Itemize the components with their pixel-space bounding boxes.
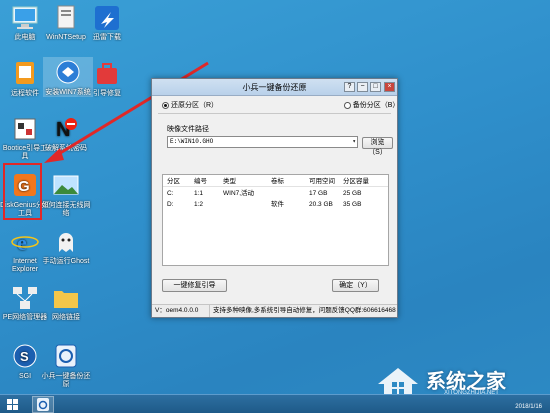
- radio-selected-icon: [162, 101, 169, 109]
- table-row[interactable]: C: 1:1 WIN7,活动 17 GB 25 GB: [163, 188, 388, 199]
- browse-button[interactable]: 浏览（S）: [362, 137, 393, 156]
- radio-empty-icon: [344, 101, 351, 109]
- table-row[interactable]: D: 1:2 软件 20.3 GB 35 GB: [163, 199, 388, 210]
- divider: [158, 113, 391, 114]
- windows-logo-icon: [7, 399, 18, 410]
- taskbar-app-backup-restore[interactable]: [32, 396, 54, 413]
- minimize-button[interactable]: −: [357, 82, 368, 92]
- backup-restore-window: 小兵一键备份还原 ? − □ × 还原分区（R） 备份分区（B） 映像文件路径 …: [151, 78, 399, 318]
- start-button[interactable]: [3, 396, 23, 413]
- restore-radio[interactable]: 还原分区（R）: [162, 100, 218, 110]
- table-header: 分区 编号 类型 卷标 可用空间 分区容量: [163, 176, 388, 187]
- backup-radio[interactable]: 备份分区（B）: [344, 100, 399, 110]
- close-button[interactable]: ×: [384, 82, 395, 92]
- ok-button[interactable]: 确定（Y）: [332, 279, 379, 292]
- version-text: V：oem4.0.0.0: [155, 307, 199, 314]
- path-input[interactable]: E:\WIN10.GHO ▾: [167, 136, 358, 148]
- repair-boot-button[interactable]: 一键修复引导: [162, 279, 227, 292]
- maximize-button[interactable]: □: [370, 82, 381, 92]
- partition-table: 分区 编号 类型 卷标 可用空间 分区容量 C: 1:1 WIN7,活动 17 …: [162, 174, 389, 266]
- path-label: 映像文件路径: [167, 126, 209, 133]
- window-titlebar[interactable]: 小兵一键备份还原 ? − □ ×: [152, 79, 397, 96]
- status-bar: V：oem4.0.0.0 支持多种映像,多系统引导自动修复，问题反馈QQ群:60…: [152, 304, 397, 317]
- chevron-down-icon[interactable]: ▾: [352, 137, 356, 147]
- taskbar: 2018/1/16: [0, 394, 550, 413]
- help-button[interactable]: ?: [344, 82, 355, 92]
- backup-restore-icon: [37, 398, 49, 411]
- status-text: 支持多种映像,多系统引导自动修复，问题反馈QQ群:606616468: [209, 305, 396, 317]
- taskbar-date: 2018/1/16: [515, 404, 542, 410]
